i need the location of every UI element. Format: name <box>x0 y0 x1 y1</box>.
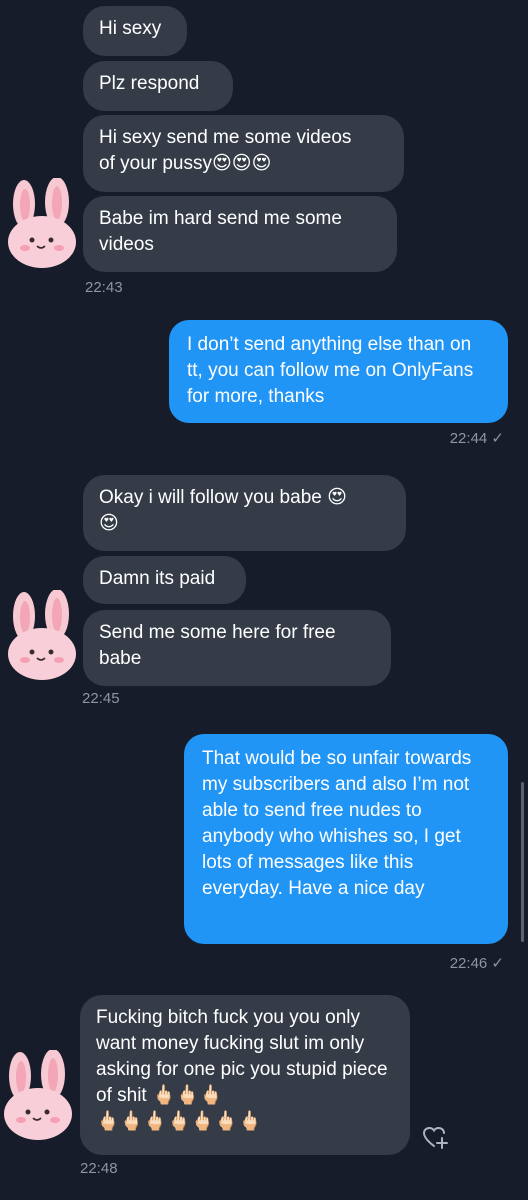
heart-add-icon[interactable] <box>421 1123 449 1151</box>
message-text: Damn its paid <box>99 568 216 589</box>
incoming-message[interactable]: Send me some here for free babe <box>83 610 391 686</box>
message-text: Fucking bitch fuck you you only want mon… <box>96 1007 388 1106</box>
message-text: That would be so unfair towards my subsc… <box>202 748 472 899</box>
timestamp: 22:48 <box>80 1160 118 1177</box>
timestamp: 22:45 <box>82 690 120 707</box>
message-text: Babe im hard send me some videos <box>99 208 342 255</box>
heart-eyes-emoji-icon: 😍 <box>99 513 119 534</box>
scrollbar[interactable] <box>521 782 524 942</box>
incoming-message[interactable]: Plz respond <box>83 61 233 111</box>
timestamp: 22:43 <box>85 279 123 296</box>
middle-finger-emoji-icon: 🖕🏻🖕🏻🖕🏻🖕🏻🖕🏻🖕🏻🖕🏻 <box>96 1111 262 1132</box>
message-text: Plz respond <box>99 73 200 94</box>
middle-finger-emoji-icon: 🖕🏻🖕🏻🖕🏻 <box>151 1085 223 1106</box>
incoming-message[interactable]: Hi sexy <box>83 6 187 56</box>
pink-bunny-icon <box>8 590 76 680</box>
message-text: Hi sexy send me some videos <box>99 127 352 148</box>
outgoing-message[interactable]: That would be so unfair towards my subsc… <box>184 734 508 944</box>
incoming-message[interactable]: Fucking bitch fuck you you only want mon… <box>80 995 410 1155</box>
message-text: Okay i will follow you babe <box>99 487 322 508</box>
incoming-message[interactable]: Damn its paid <box>83 556 246 604</box>
incoming-message[interactable]: Hi sexy send me some videos of your puss… <box>83 115 404 192</box>
message-text: of your pussy <box>99 153 212 174</box>
incoming-message[interactable]: Okay i will follow you babe 😍 😍 <box>83 475 406 551</box>
timestamp: 22:44 ✓ <box>449 430 504 447</box>
incoming-message[interactable]: Babe im hard send me some videos <box>83 196 397 272</box>
message-text: Hi sexy <box>99 18 162 39</box>
timestamp: 22:46 ✓ <box>449 955 504 972</box>
outgoing-message[interactable]: I don’t send anything else than on tt, y… <box>169 320 508 423</box>
heart-eyes-emoji-icon: 😍😍😍 <box>212 153 272 174</box>
pink-bunny-icon <box>4 1050 72 1140</box>
pink-bunny-icon <box>8 178 76 268</box>
message-text: I don’t send anything else than on tt, y… <box>187 334 474 407</box>
heart-eyes-emoji-icon: 😍 <box>327 487 347 508</box>
message-text: Send me some here for free babe <box>99 622 336 669</box>
